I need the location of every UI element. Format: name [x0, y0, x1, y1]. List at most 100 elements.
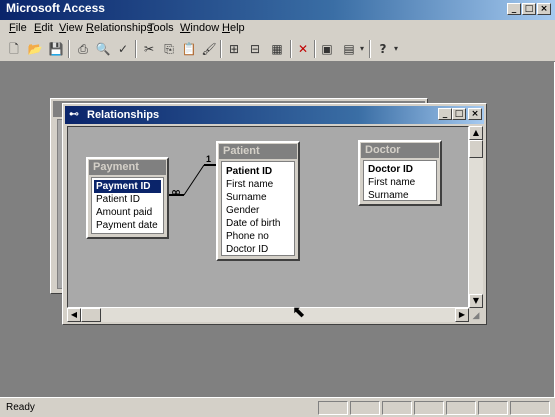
field-doctor-id[interactable]: Doctor ID [224, 243, 292, 256]
menu-edit[interactable]: Edit [34, 22, 53, 34]
status-panel [510, 401, 550, 415]
new-object-dropdown-icon[interactable]: ▾ [358, 40, 366, 58]
relationships-window[interactable]: ⊷ Relationships _ □ × ∞ 1 Payment Paymen… [62, 103, 487, 325]
menu-tools-rest: ools [153, 22, 174, 34]
field-payment-date[interactable]: Payment date [94, 219, 161, 232]
help-icon[interactable]: ? [374, 40, 392, 58]
field-doctor-id[interactable]: Doctor ID [366, 163, 434, 176]
toolbar-separator [369, 40, 371, 58]
app-maximize-button[interactable]: □ [522, 3, 536, 15]
menu-view-rest: iew [66, 22, 83, 34]
field-first-name[interactable]: First name [366, 176, 434, 189]
field-amount-paid[interactable]: Amount paid [94, 206, 161, 219]
horizontal-scrollbar[interactable]: ◀ ▶ [67, 308, 469, 322]
menu-window-rest: indow [190, 22, 220, 34]
field-patient-id[interactable]: Patient ID [94, 193, 161, 206]
status-panel [350, 401, 380, 415]
vertical-scrollbar[interactable]: ▲ ▼ [469, 126, 483, 308]
menu-bar: File Edit View Relationships Tools Windo… [0, 20, 555, 37]
show-all-icon[interactable]: ▦ [268, 40, 286, 58]
app-close-button[interactable]: × [537, 3, 551, 15]
paste-icon[interactable]: 📋 [180, 40, 198, 58]
doctor-table-title[interactable]: Doctor [361, 143, 439, 158]
status-panel [318, 401, 348, 415]
toolbar-separator [135, 40, 137, 58]
field-first-name[interactable]: First name [224, 178, 292, 191]
show-table-icon[interactable]: ⊞ [225, 40, 243, 58]
app-title-bar: Microsoft Access _ □ × [0, 0, 555, 20]
help-dropdown-icon[interactable]: ▾ [392, 40, 400, 58]
field-payment-id[interactable]: Payment ID [94, 180, 161, 193]
spelling-icon[interactable]: ✓ [114, 40, 132, 58]
menu-relationships[interactable]: Relationships [86, 22, 152, 34]
field-phone-no[interactable]: Phone no [224, 230, 292, 243]
horizontal-scroll-thumb[interactable] [81, 308, 101, 322]
toolbar-separator [290, 40, 292, 58]
relationships-maximize-button[interactable]: □ [452, 108, 466, 120]
relationships-title-bar[interactable]: ⊷ Relationships _ □ × [65, 106, 484, 124]
scroll-up-button[interactable]: ▲ [469, 126, 483, 140]
one-side-label: 1 [206, 154, 212, 164]
app-minimize-button[interactable]: _ [507, 3, 521, 15]
status-panel [382, 401, 412, 415]
toolbar: 🗋 📂 💾 ⎙ 🔍 ✓ ✂ ⎘ 📋 🖌 ⊞ ⊟ ▦ ✕ ▣ ▤ ▾ ? ▾ [0, 37, 555, 62]
payment-field-list[interactable]: Payment ID Patient ID Amount paid Paymen… [91, 177, 164, 234]
field-gender[interactable]: Gender [224, 204, 292, 217]
relationships-close-button[interactable]: × [468, 108, 482, 120]
vertical-scroll-thumb[interactable] [469, 140, 483, 158]
database-window-icon[interactable]: ▣ [318, 40, 336, 58]
menu-tools[interactable]: Tools [148, 22, 174, 34]
scroll-left-button[interactable]: ◀ [67, 308, 81, 322]
print-icon[interactable]: ⎙ [74, 40, 92, 58]
doctor-table[interactable]: Doctor Doctor ID First name Surname [358, 140, 442, 206]
relationships-canvas[interactable]: ∞ 1 Payment Payment ID Patient ID Amount… [67, 126, 469, 308]
status-panel [414, 401, 444, 415]
status-panel [478, 401, 508, 415]
menu-window[interactable]: Window [180, 22, 219, 34]
menu-relationships-accel: R [86, 22, 94, 34]
scroll-down-button[interactable]: ▼ [469, 294, 483, 308]
toolbar-separator [68, 40, 70, 58]
menu-help-rest: elp [229, 22, 245, 34]
cut-icon[interactable]: ✂ [140, 40, 158, 58]
status-text: Ready [6, 402, 35, 413]
menu-file-rest: ile [15, 22, 27, 34]
status-bar: Ready [0, 397, 555, 417]
field-surname[interactable]: Surname [366, 189, 434, 202]
scroll-right-button[interactable]: ▶ [455, 308, 469, 322]
doctor-field-list[interactable]: Doctor ID First name Surname [363, 160, 437, 201]
menu-file-accel: F [9, 22, 16, 34]
new-object-icon[interactable]: ▤ [340, 40, 358, 58]
mouse-pointer-icon: ⬉ [292, 302, 306, 321]
field-date-of-birth[interactable]: Date of birth [224, 217, 292, 230]
toolbar-separator [314, 40, 316, 58]
menu-file[interactable]: File [9, 22, 27, 34]
relationships-window-icon[interactable]: ⊷ [69, 109, 79, 120]
payment-table-title[interactable]: Payment [89, 160, 166, 175]
open-icon[interactable]: 📂 [26, 40, 44, 58]
payment-table[interactable]: Payment Payment ID Patient ID Amount pai… [86, 157, 169, 239]
menu-help-accel: H [222, 22, 230, 34]
patient-field-list[interactable]: Patient ID First name Surname Gender Dat… [221, 161, 295, 256]
menu-help[interactable]: Help [222, 22, 245, 34]
copy-icon[interactable]: ⎘ [160, 40, 178, 58]
menu-view[interactable]: View [59, 22, 83, 34]
field-patient-id[interactable]: Patient ID [224, 165, 292, 178]
menu-edit-rest: dit [41, 22, 53, 34]
field-surname[interactable]: Surname [224, 191, 292, 204]
many-side-label: ∞ [171, 185, 181, 199]
patient-table-title[interactable]: Patient [219, 144, 297, 159]
toolbar-separator [220, 40, 222, 58]
resize-grip-icon[interactable]: ◢ [469, 308, 483, 322]
save-icon[interactable]: 💾 [47, 40, 65, 58]
menu-relationships-rest: elationships [93, 22, 153, 34]
patient-table[interactable]: Patient Patient ID First name Surname Ge… [216, 141, 300, 261]
relationships-window-title: Relationships [87, 109, 160, 121]
new-icon[interactable]: 🗋 [5, 40, 23, 58]
print-preview-icon[interactable]: 🔍 [94, 40, 112, 58]
relationships-minimize-button[interactable]: _ [438, 108, 452, 120]
format-painter-icon[interactable]: 🖌 [200, 40, 218, 58]
delete-icon[interactable]: ✕ [294, 40, 312, 58]
app-title: Microsoft Access [6, 1, 105, 15]
show-direct-icon[interactable]: ⊟ [246, 40, 264, 58]
